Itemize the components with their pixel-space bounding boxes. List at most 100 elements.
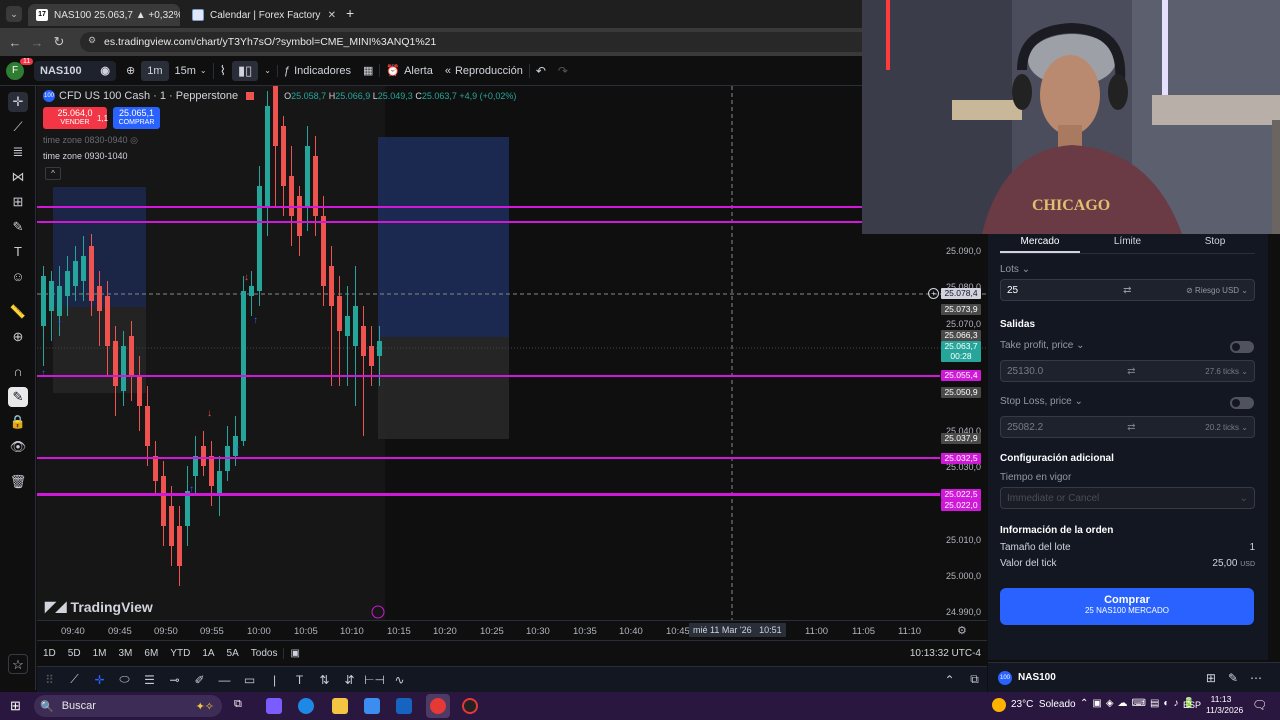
crosshair-icon[interactable]: ✛ (87, 673, 112, 687)
replay-button[interactable]: «Reproducción (439, 65, 529, 77)
emoji-icon[interactable]: ☺ (8, 267, 28, 287)
brush-icon[interactable]: ✎ (8, 217, 28, 237)
tab-market[interactable]: Mercado (1000, 236, 1080, 253)
back-icon[interactable]: ← (4, 35, 26, 50)
collapse-legend-icon[interactable]: ^ (45, 167, 61, 180)
chevron-up-icon[interactable]: ⌃ (937, 673, 962, 687)
url-field[interactable]: ⚙ es.tradingview.com/chart/yT3Yh7sO/?sym… (80, 32, 880, 52)
short-position-icon[interactable]: ⇵ (337, 673, 362, 687)
tab-limit[interactable]: Límite (1088, 236, 1168, 253)
layouts-grid-icon[interactable]: ▦ (357, 64, 379, 77)
add-alert-plus-icon[interactable]: + (928, 288, 939, 299)
vertical-line-icon[interactable]: | (262, 673, 287, 687)
sl-toggle[interactable] (1230, 397, 1254, 409)
brush-icon[interactable]: ✐ (187, 673, 212, 687)
indicators-button[interactable]: ƒ Indicadores (276, 64, 357, 77)
buy-market-button[interactable]: Comprar 25 NAS100 MERCADO (1000, 588, 1254, 625)
edge-icon[interactable] (298, 698, 314, 714)
redo-icon[interactable]: ↷ (552, 64, 574, 78)
undo-icon[interactable]: ↶ (528, 63, 552, 78)
mail-icon[interactable] (396, 698, 412, 714)
ruler-icon[interactable]: 📏 (8, 302, 28, 322)
tif-select[interactable]: Immediate or Cancel ⌄ (1000, 487, 1255, 509)
path-icon[interactable]: ∿ (387, 673, 412, 687)
task-view-icon[interactable]: ⧉ (234, 698, 250, 714)
maximize-icon[interactable]: ⧉ (962, 672, 987, 687)
compare-plus-icon[interactable]: ⊕ (120, 64, 141, 77)
edit-icon[interactable]: ✎ (1228, 671, 1238, 685)
chart-clock[interactable]: 10:13:32 UTC-4 (904, 648, 987, 659)
time-axis[interactable]: 09:40 09:45 09:50 09:55 10:00 10:05 10:1… (37, 620, 987, 640)
range-1a[interactable]: 1A (196, 648, 220, 659)
range-3m[interactable]: 3M (113, 648, 139, 659)
indicator-tz1[interactable]: time zone 0830-0940 ◎ (43, 135, 138, 146)
position-icon[interactable]: ⊞ (8, 192, 28, 212)
tp-ticks[interactable]: 27.6 ticks ⌄ (1205, 367, 1248, 376)
lots-label[interactable]: Lots ⌄ (1000, 264, 1255, 275)
crosshair-icon[interactable]: ✛ (8, 92, 28, 112)
ellipse-icon[interactable]: ⬭ (112, 672, 137, 687)
pattern-icon[interactable]: ⋈ (8, 167, 28, 187)
level-line[interactable] (37, 221, 863, 223)
eye-icon[interactable]: ◎ (130, 135, 138, 145)
reload-icon[interactable]: ↻ (48, 34, 70, 50)
more-icon[interactable]: ⋯ (1250, 671, 1262, 685)
trash-icon[interactable]: 🗑 (8, 472, 28, 492)
notifications-icon[interactable]: 🗨 (1252, 698, 1267, 712)
fib-icon[interactable]: ☰ (137, 673, 162, 687)
go-to-date-icon[interactable]: ▣ (283, 648, 305, 659)
risk-selector[interactable]: ⊘ Riesgo USD ⌄ (1186, 286, 1248, 295)
horizontal-line-icon[interactable]: — (212, 673, 237, 687)
tray-icons[interactable]: ⌃▣◈☁⌨▤◐♪🔋 (1080, 698, 1199, 709)
windows-start-icon[interactable]: ⊞ (10, 698, 21, 714)
range-all[interactable]: Todos (245, 648, 284, 659)
obs-icon[interactable] (462, 698, 478, 714)
tab-forex-factory[interactable]: Calendar | Forex Factory ✕ (184, 4, 344, 26)
indicator-tz2[interactable]: time zone 0930-1040 (43, 151, 128, 161)
tab-tradingview[interactable]: 17 NAS100 25.063,7 ▲ +0,32% fa ✕ (28, 4, 180, 26)
settings-gear-icon[interactable]: ⚙ (957, 624, 967, 637)
chevron-down-icon[interactable]: ⌄ (258, 66, 277, 75)
range-5a[interactable]: 5A (221, 648, 245, 659)
weather-text[interactable]: 23°C Soleado (1011, 699, 1076, 710)
new-tab-icon[interactable]: + (346, 5, 354, 21)
lock-icon[interactable]: 🔒 (8, 412, 28, 432)
trend-line-icon[interactable]: ⟋ (62, 672, 87, 687)
buy-quick-button[interactable]: 25.065,1 COMPRAR (113, 107, 160, 129)
close-icon[interactable]: ✕ (328, 10, 336, 21)
rectangle-icon[interactable]: ▭ (237, 673, 262, 687)
copilot-icon[interactable] (266, 698, 282, 714)
interval-15m-button[interactable]: 15m ⌄ (169, 65, 213, 77)
alert-button[interactable]: ⏰ Alerta (379, 64, 438, 77)
level-line[interactable] (37, 375, 940, 377)
file-explorer-icon[interactable] (332, 698, 348, 714)
long-position-icon[interactable]: ⇅ (312, 673, 337, 687)
watchlist-star-icon[interactable]: ☆ (8, 654, 28, 674)
tp-input[interactable]: 25130.0 ⇄ 27.6 ticks ⌄ (1000, 360, 1255, 382)
site-info-icon[interactable]: ⚙ (88, 35, 96, 46)
store-icon[interactable] (364, 698, 380, 714)
date-range-icon[interactable]: ⊢⊣ (362, 673, 387, 687)
sl-label[interactable]: Stop Loss, price ⌄ (1000, 396, 1255, 407)
profile-button[interactable]: F 11 (0, 57, 34, 80)
swap-icon[interactable]: ⇄ (1127, 366, 1135, 377)
range-6m[interactable]: 6M (138, 648, 164, 659)
taskbar-search[interactable]: 🔍 Buscar ✦✧ (34, 695, 222, 717)
tp-toggle[interactable] (1230, 341, 1254, 353)
text-icon[interactable]: T (287, 673, 312, 687)
level-line[interactable] (37, 206, 863, 208)
magnet-icon[interactable]: ∩ (8, 362, 28, 382)
swap-icon[interactable]: ⇄ (1123, 285, 1131, 296)
fib-retracement-icon[interactable]: ≣ (8, 142, 28, 162)
zoom-icon[interactable]: ⊕ (8, 327, 28, 347)
range-ytd[interactable]: YTD (164, 648, 196, 659)
symbol-search-input[interactable]: NAS100 ◉ (34, 60, 116, 81)
sl-input[interactable]: 25082.2 ⇄ 20.2 ticks ⌄ (1000, 416, 1255, 438)
tab-list-button[interactable]: ⌄ (6, 6, 22, 22)
grid-icon[interactable]: ⊞ (1206, 671, 1216, 685)
candles-icon[interactable]: ▮▯ (231, 60, 259, 81)
language-indicator[interactable]: ESP (1183, 700, 1201, 710)
hide-icon[interactable]: 👁 (8, 437, 28, 457)
range-5d[interactable]: 5D (62, 648, 87, 659)
text-icon[interactable]: T (8, 242, 28, 262)
